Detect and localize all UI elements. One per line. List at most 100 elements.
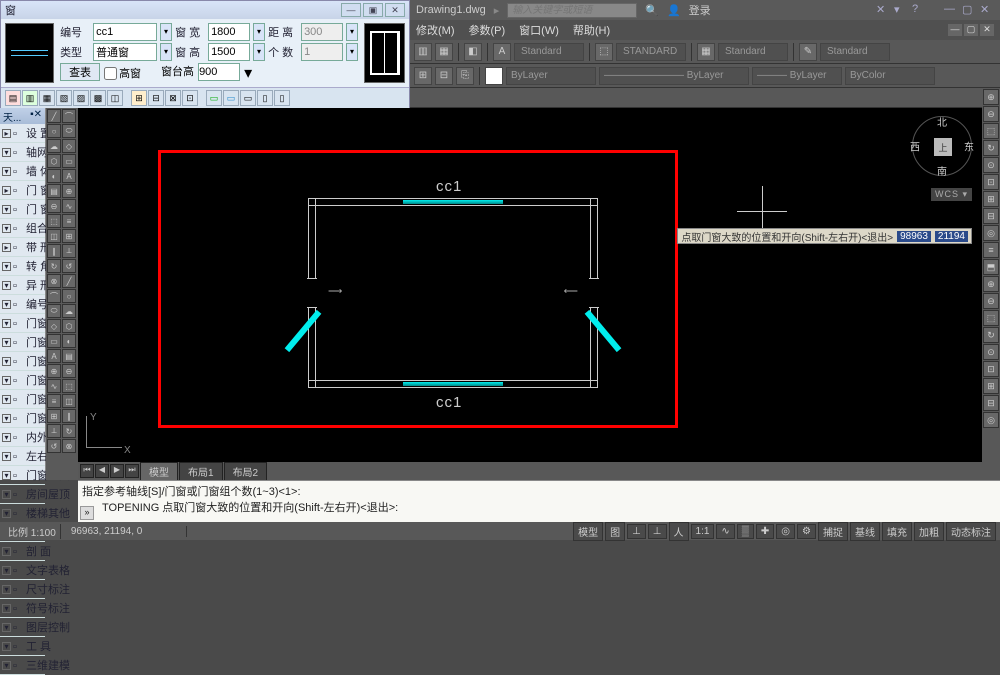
command-line[interactable]: 指定参考轴线[S]/门窗或门窗组个数(1~3)<1>: TOPENING 点取门… <box>78 480 1000 522</box>
draw-tool-icon[interactable]: ⊕ <box>62 184 76 198</box>
menu-window[interactable]: 窗口(W) <box>519 22 559 38</box>
status-scale[interactable]: 比例 1:100 <box>4 524 61 539</box>
status-btn[interactable]: ✚ <box>756 524 774 539</box>
number-dd[interactable]: ▾ <box>160 23 172 41</box>
draw-tool-icon[interactable]: ⊞ <box>62 229 76 243</box>
height-input[interactable] <box>208 43 250 61</box>
sidebar-item[interactable]: ▾▫左右翻转 <box>0 447 45 466</box>
draw-tool-icon[interactable]: ⊖ <box>62 364 76 378</box>
doc-min-icon[interactable]: — <box>948 24 962 36</box>
draw-tool-icon[interactable]: ⊞ <box>47 409 61 423</box>
sidebar-item[interactable]: ▸▫门 窗 <box>0 181 45 200</box>
draw-tool-icon[interactable]: ▤ <box>47 184 61 198</box>
app-max-icon[interactable]: ▢ <box>962 3 976 17</box>
draw-tool-icon[interactable]: ⬭ <box>62 124 76 138</box>
rb2-icon[interactable]: ⎘ <box>456 67 474 85</box>
draw-tool-icon[interactable]: ∥ <box>62 409 76 423</box>
dialog-min-btn[interactable]: — <box>341 3 361 17</box>
status-btn[interactable]: 1:1 <box>691 524 715 539</box>
user-icon[interactable]: 👤 <box>667 4 681 17</box>
ml-style-select[interactable]: Standard <box>820 43 890 61</box>
menu-modify[interactable]: 修改(M) <box>416 22 455 38</box>
tb-icon-14[interactable]: ▭ <box>240 90 256 106</box>
tb-icon-15[interactable]: ▯ <box>257 90 273 106</box>
nav-tool-icon[interactable]: ⊡ <box>983 174 999 190</box>
tb-icon-7[interactable]: ◫ <box>107 90 123 106</box>
draw-tool-icon[interactable]: ○ <box>62 289 76 303</box>
draw-tool-icon[interactable]: A <box>47 349 61 363</box>
nav-tool-icon[interactable]: ⬚ <box>983 123 999 139</box>
nav-tool-icon[interactable]: ⊞ <box>983 378 999 394</box>
tb-icon-9[interactable]: ⊟ <box>148 90 164 106</box>
tab-last-icon[interactable]: ⏭ <box>125 464 139 478</box>
sidebar-item[interactable]: ▾▫尺寸标注 <box>0 580 45 599</box>
nav-tool-icon[interactable]: ⬚ <box>983 310 999 326</box>
nav-tool-icon[interactable]: ◎ <box>983 412 999 428</box>
nav-tool-icon[interactable]: ⊖ <box>983 293 999 309</box>
sidebar-item[interactable]: ▾▫内外翻转 <box>0 428 45 447</box>
color-select[interactable]: ByLayer <box>506 67 596 85</box>
tb-icon-3[interactable]: ▦ <box>39 90 55 106</box>
lineweight-select[interactable]: ——— ByLayer <box>752 67 842 85</box>
width-input[interactable] <box>208 23 250 41</box>
search-input[interactable] <box>507 3 637 18</box>
draw-tool-icon[interactable]: ◫ <box>47 229 61 243</box>
sidebar-item[interactable]: ▾▫文字表格 <box>0 561 45 580</box>
view-cube[interactable]: 上 北 南 东 西 <box>912 116 972 176</box>
doc-close-icon[interactable]: ✕ <box>980 24 994 36</box>
sidebar-item[interactable]: ▾▫门窗归整 <box>0 390 45 409</box>
sidebar-item[interactable]: ▾▫门窗表 <box>0 352 45 371</box>
sidebar-item[interactable]: ▾▫楼梯其他 <box>0 504 45 523</box>
wcs-label[interactable]: WCS ▾ <box>931 188 972 201</box>
status-btn[interactable]: 图 <box>605 522 625 541</box>
tb-icon-8[interactable]: ⊞ <box>131 90 147 106</box>
help-icon[interactable]: ? <box>912 3 926 17</box>
draw-tool-icon[interactable]: ↻ <box>47 259 61 273</box>
draw-tool-icon[interactable]: ⌒ <box>62 109 76 123</box>
plotcolor-select[interactable]: ByColor <box>845 67 935 85</box>
nav-tool-icon[interactable]: ⊟ <box>983 395 999 411</box>
search-icon[interactable]: 🔍 <box>645 4 659 17</box>
draw-tool-icon[interactable]: ▭ <box>47 334 61 348</box>
status-btn[interactable]: ◎ <box>776 524 795 539</box>
rb-icon[interactable]: ▥ <box>414 43 432 61</box>
tb-icon-1[interactable]: ▤ <box>5 90 21 106</box>
draw-tool-icon[interactable]: ⟂ <box>47 424 61 438</box>
width-dd[interactable]: ▾ <box>253 23 265 41</box>
nav-tool-icon[interactable]: ⊕ <box>983 89 999 105</box>
sidebar-item[interactable]: ▾▫轴网柱子 <box>0 143 45 162</box>
draw-tool-icon[interactable]: ⟂ <box>62 244 76 258</box>
status-btn[interactable]: 人 <box>669 522 689 541</box>
login-link[interactable]: 登录 <box>689 2 711 18</box>
status-toggle[interactable]: 动态标注 <box>946 522 996 541</box>
sidebar-item[interactable]: ▾▫符号标注 <box>0 599 45 618</box>
sidebar-item[interactable]: ▾▫异 形 洞 <box>0 276 45 295</box>
sidebar-item[interactable]: ▾▫工 具 <box>0 637 45 656</box>
draw-tool-icon[interactable]: ⊖ <box>47 199 61 213</box>
tab-prev-icon[interactable]: ◀ <box>95 464 109 478</box>
draw-tool-icon[interactable]: ∿ <box>47 379 61 393</box>
menu-help[interactable]: 帮助(H) <box>573 22 610 38</box>
draw-tool-icon[interactable]: ⌒ <box>47 289 61 303</box>
lookup-button[interactable]: 查表 <box>60 63 100 81</box>
text-style-icon[interactable]: A <box>493 43 511 61</box>
draw-tool-icon[interactable]: ↺ <box>47 439 61 453</box>
status-toggle[interactable]: 填充 <box>882 522 912 541</box>
sidebar-item[interactable]: ▾▫门窗编号 <box>0 314 45 333</box>
text-style-select[interactable]: Standard <box>514 43 584 61</box>
nav-tool-icon[interactable]: ⊟ <box>983 208 999 224</box>
draw-tool-icon[interactable]: ◫ <box>62 394 76 408</box>
sidebar-item[interactable]: ▾▫转 角 窗 <box>0 257 45 276</box>
draw-tool-icon[interactable]: ↺ <box>62 259 76 273</box>
sidebar-item[interactable]: ▾▫门窗总表 <box>0 371 45 390</box>
sidebar-item[interactable]: ▾▫房间屋顶 <box>0 485 45 504</box>
sidebar-item[interactable]: ▾▫剖 面 <box>0 542 45 561</box>
nav-tool-icon[interactable]: ⊡ <box>983 361 999 377</box>
app-close-icon[interactable]: ✕ <box>980 3 994 17</box>
draw-tool-icon[interactable]: ☁ <box>47 139 61 153</box>
status-btn[interactable]: 模型 <box>573 522 603 541</box>
exchange-icon[interactable]: ✕ <box>876 3 890 17</box>
draw-tool-icon[interactable]: A <box>62 169 76 183</box>
draw-tool-icon[interactable]: ◐ <box>47 169 61 183</box>
status-btn[interactable]: ⊥ <box>648 524 667 539</box>
